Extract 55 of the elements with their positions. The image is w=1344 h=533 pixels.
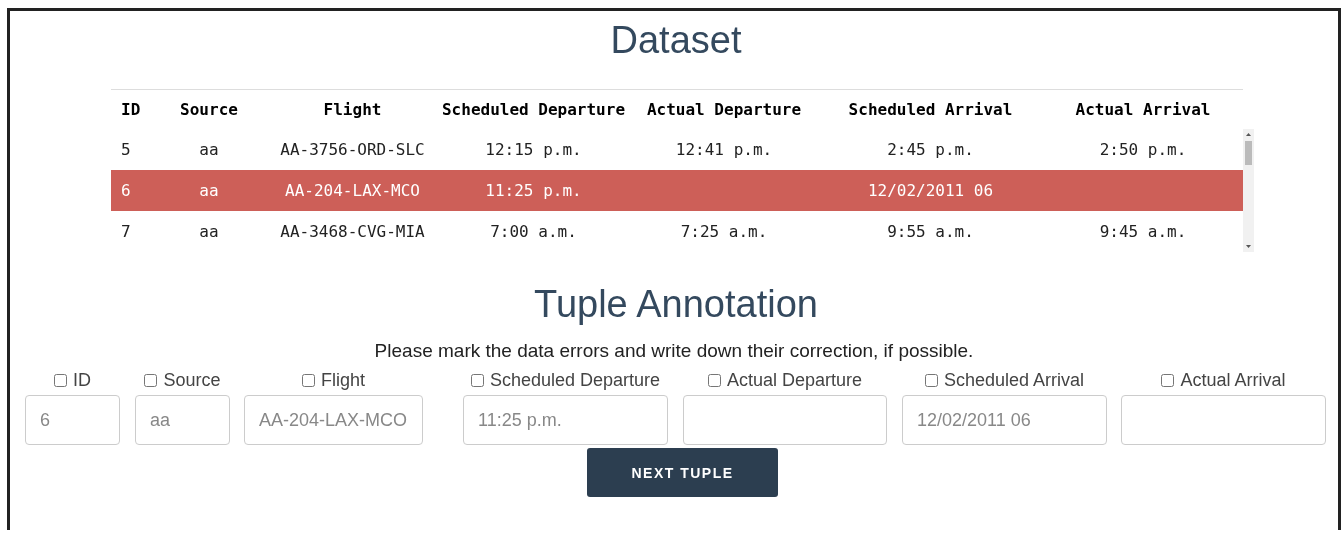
next-button[interactable]: NEXT TUPLE [587,448,778,497]
field-label: Source [163,370,221,391]
checkbox[interactable] [924,374,938,387]
table-cell: 7 [121,222,131,241]
table-cell: 6 [121,181,131,200]
input-field[interactable]: AA-204-LAX-MCO [244,395,423,445]
field-label: Actual Arrival [1180,370,1286,391]
column-header: Actual Departure [630,89,818,129]
table-row[interactable]: 5 aa AA-3756-ORD-SLC 12:15 p.m. 12:41 p.m. 2:45 p.m. 2:50 p.m. [111,129,1243,170]
table-cell: 12/02/2011 06 [867,181,994,200]
table-cell: AA-204-LAX-MCO [285,181,420,200]
section-title: Dataset [609,18,743,63]
table-cell: 5 [121,140,131,159]
field-label: Scheduled Arrival [943,370,1085,391]
input-field[interactable]: 6 [25,395,120,445]
field-label: ID [73,370,91,391]
table-cell: aa [199,181,219,200]
checkbox[interactable] [1161,374,1175,387]
table-cell: 7:25 a.m. [680,222,768,241]
checkbox[interactable] [707,374,721,387]
field-label: Scheduled Departure [489,370,661,391]
checkbox[interactable] [302,374,315,387]
table-cell: 12:15 p.m. [485,140,582,159]
table-cell: 7:00 a.m. [490,222,577,241]
input-field[interactable]: 11:25 p.m. [463,395,668,445]
scrollbar[interactable] [1243,129,1254,252]
section-title: Tuple Annotation [533,282,819,327]
field-label: Actual Departure [726,370,863,391]
input-field[interactable] [683,395,887,445]
table-cell: AA-3756-ORD-SLC [280,140,425,159]
column-header: ID [111,89,150,129]
column-header: Scheduled Departure [437,89,630,129]
table-row[interactable]: 7 aa AA-3468-CVG-MIA 7:00 a.m. 7:25 a.m. 9:55 a.m. 9:45 a.m. [111,211,1243,252]
table-cell: 2:50 p.m. [1099,140,1187,159]
column-header: Flight [268,89,437,129]
table-cell: aa [199,140,219,159]
column-header: Actual Arrival [1043,89,1243,129]
table-cell: 9:55 a.m. [887,222,974,241]
table-cell: AA-3468-CVG-MIA [280,222,425,241]
input-field[interactable]: aa [135,395,230,445]
field-label: Flight [321,370,365,391]
checkbox[interactable] [54,374,67,387]
input-field[interactable] [1121,395,1326,445]
checkbox[interactable] [470,374,484,387]
table-cell: 12:41 p.m. [675,140,773,159]
instruction-text: Please mark the data errors and write down their correction, if possible. [373,340,975,362]
checkbox[interactable] [144,374,158,387]
column-header: Scheduled Arrival [818,89,1043,129]
scrollbar-thumb[interactable] [1245,141,1252,165]
table-cell: aa [199,222,219,241]
table-cell: 9:45 a.m. [1099,222,1187,241]
table-cell: 2:45 p.m. [887,140,974,159]
table-cell: 11:25 p.m. [485,181,582,200]
column-header: Source [150,89,268,129]
input-field[interactable]: 12/02/2011 06 [902,395,1107,445]
